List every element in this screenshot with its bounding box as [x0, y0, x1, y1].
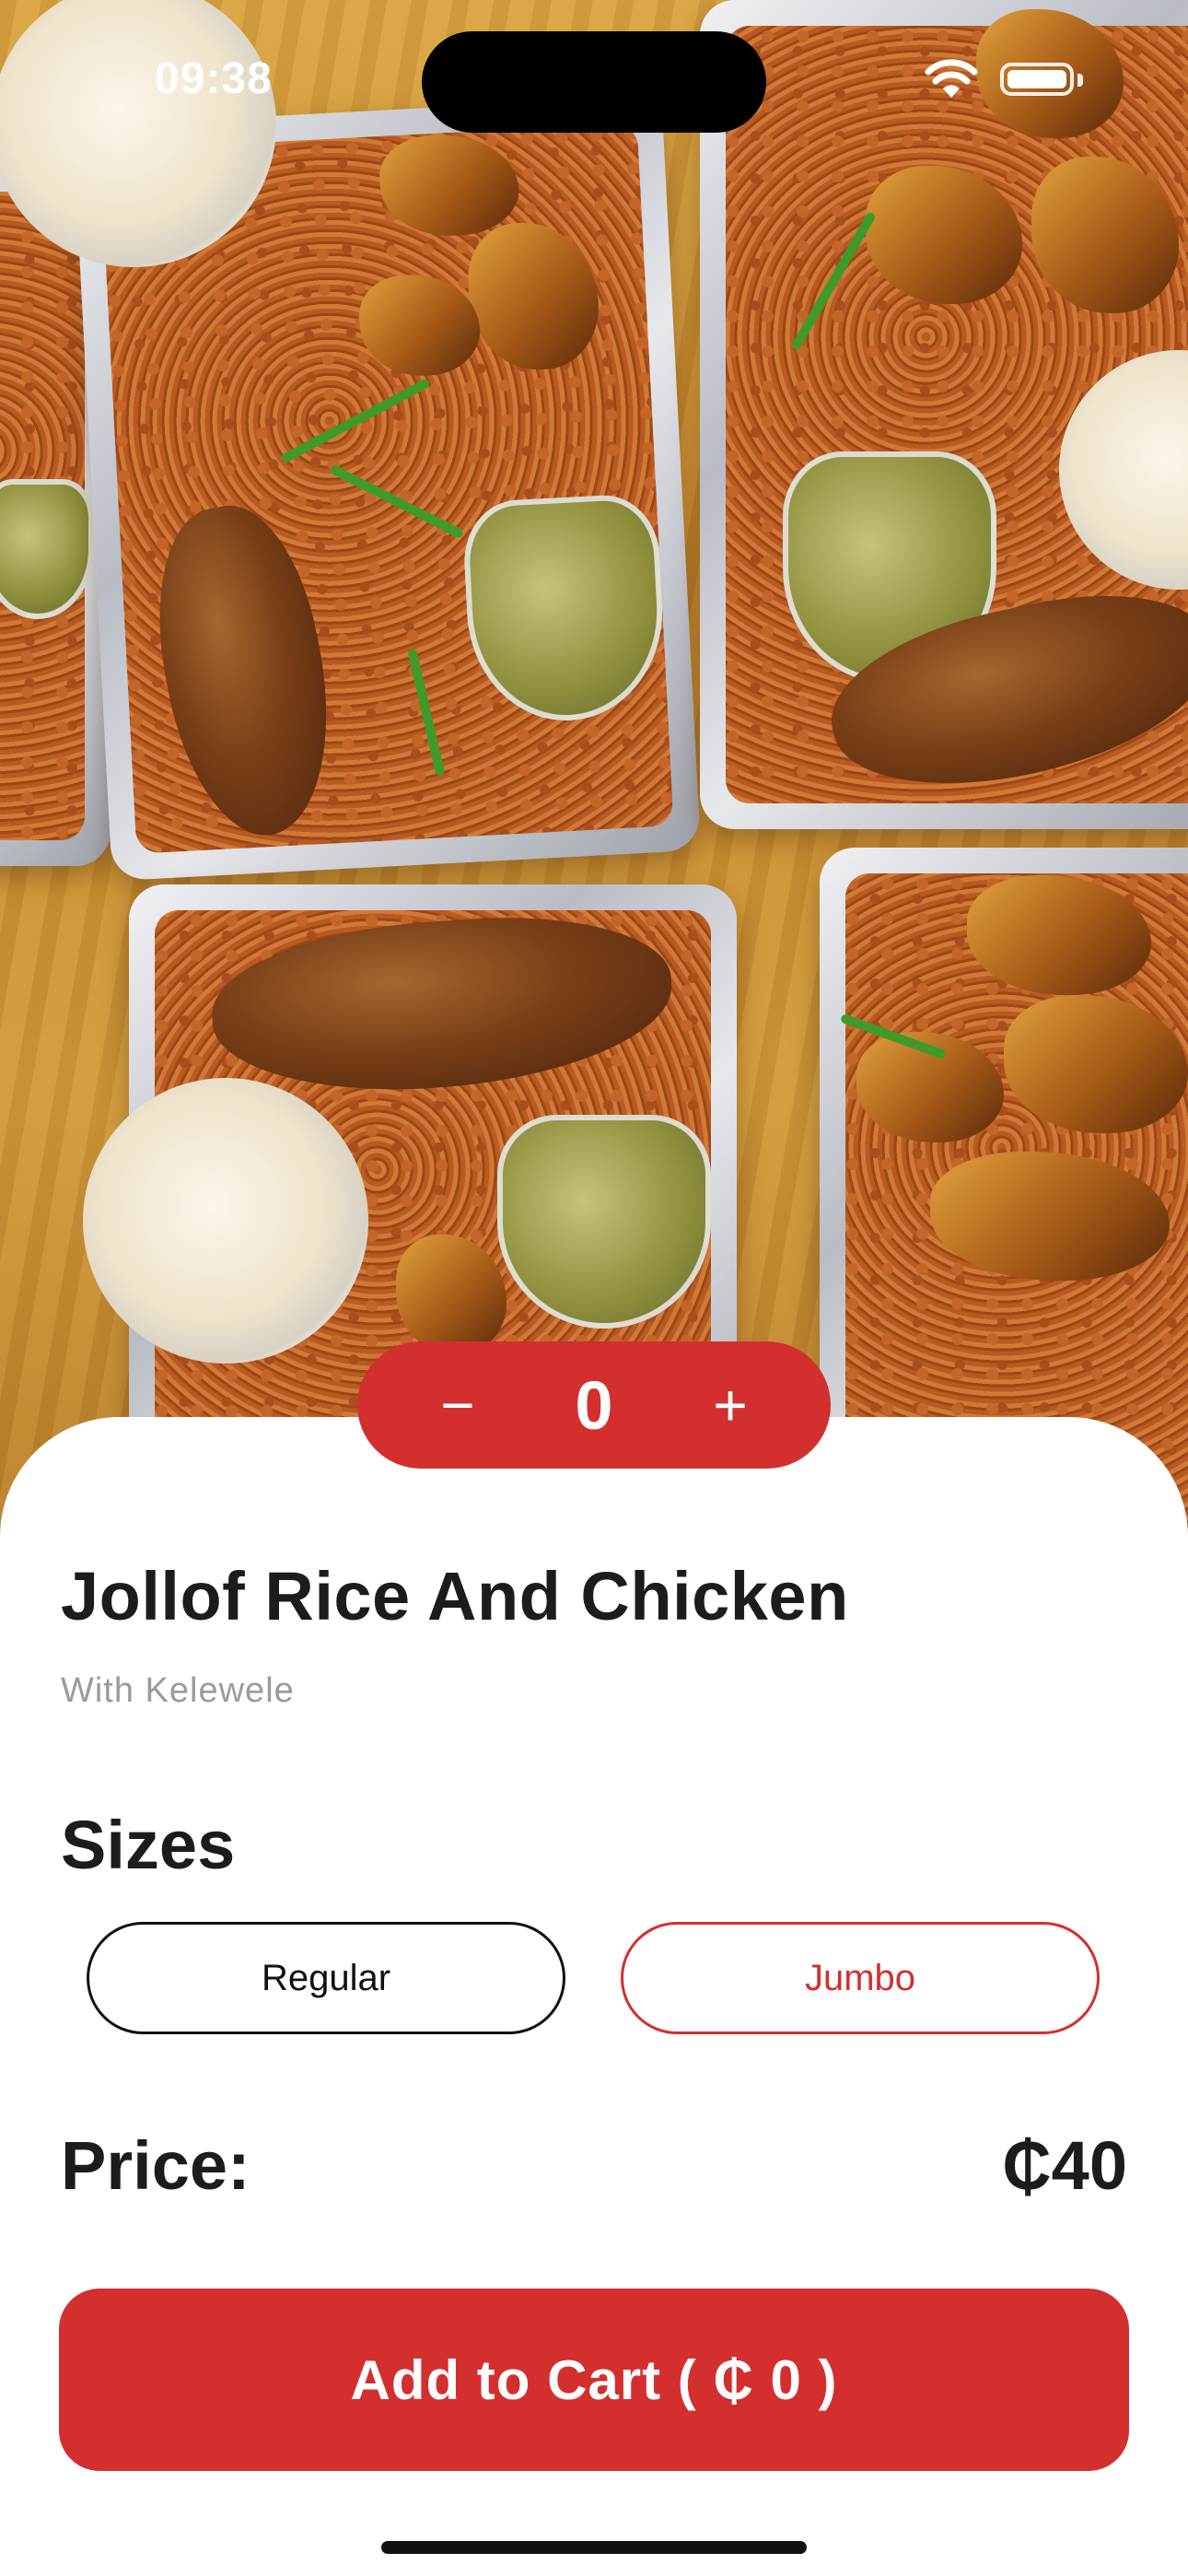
status-time: 09:38	[155, 54, 273, 103]
battery-cap	[1077, 74, 1083, 87]
price-label: Price:	[61, 2127, 250, 2204]
product-subtitle: With Kelewele	[61, 1671, 295, 1710]
decrement-button[interactable]: −	[425, 1372, 490, 1438]
size-option-regular[interactable]: Regular	[87, 1922, 565, 2034]
coleslaw-cup	[83, 1078, 368, 1364]
sizes-heading: Sizes	[61, 1807, 236, 1883]
add-to-cart-button[interactable]: Add to Cart ( ₵ 0 )	[59, 2289, 1129, 2471]
price-value: ₵40	[1002, 2127, 1127, 2204]
home-indicator	[381, 2541, 807, 2554]
product-title: Jollof Rice And Chicken	[61, 1558, 849, 1634]
hero-food-image: 09:38	[0, 0, 1188, 1566]
size-option-jumbo[interactable]: Jumbo	[621, 1922, 1100, 2034]
quantity-stepper: − 0 +	[357, 1341, 831, 1469]
increment-button[interactable]: +	[698, 1372, 763, 1438]
quantity-value: 0	[575, 1366, 613, 1444]
wifi-icon	[925, 59, 978, 98]
battery-icon	[1000, 63, 1074, 96]
dynamic-island	[422, 31, 766, 133]
pepper-sauce-cup	[497, 1115, 711, 1329]
